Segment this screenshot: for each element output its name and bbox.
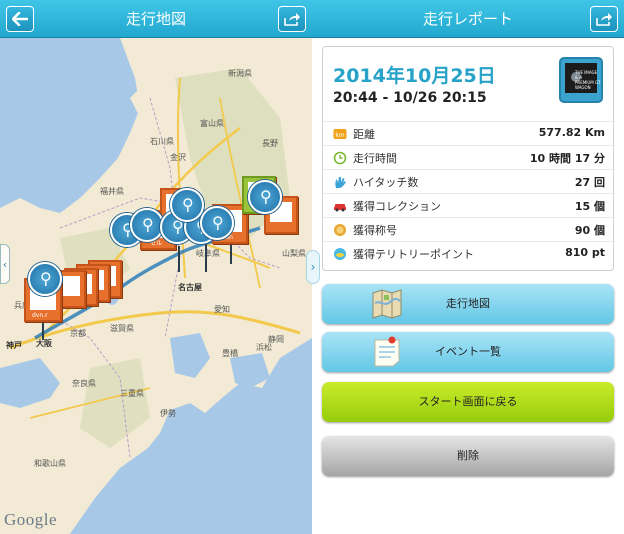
stat-row-high-touch: ハイタッチ数 27 回	[323, 169, 615, 193]
route-pin-marker[interactable]	[28, 262, 62, 296]
route-pin-marker[interactable]	[170, 188, 204, 222]
map-screen: 走行地図 新潟県 富山県 長野 石川県 岐阜県 福井県 山梨県 静岡 滋賀県 京…	[0, 0, 312, 534]
chevron-right-icon: ›	[310, 260, 316, 274]
map-label: 神戸	[6, 341, 22, 350]
map-label: 京都	[70, 329, 86, 338]
google-logo: Google	[4, 510, 58, 529]
car-thumbnail[interactable]: THE IMAGE & A PREMIUM GT WAGON	[559, 57, 603, 103]
chevron-left-icon: ‹	[2, 257, 8, 271]
map-label: 伊勢	[160, 409, 176, 418]
route-map[interactable]: 新潟県 富山県 長野 石川県 岐阜県 福井県 山梨県 静岡 滋賀県 京都 名古屋…	[0, 38, 312, 534]
report-stats-list: km 距離 577.82 Km 走行時間 10 時間 17 分 ハイタッチ数 2…	[323, 121, 615, 265]
event-list-button[interactable]: イベント一覧	[322, 332, 614, 372]
report-header: 走行レポート	[312, 0, 624, 38]
stat-value: 27 回	[574, 176, 605, 189]
stat-label: 走行時間	[353, 152, 397, 165]
map-title: 走行地図	[125, 10, 186, 28]
stat-label: 距離	[353, 128, 375, 141]
map-label: 新潟県	[228, 69, 252, 78]
stat-value: 577.82 Km	[538, 126, 605, 139]
stat-value: 90 個	[574, 224, 605, 237]
map-label: 浜松	[256, 343, 272, 352]
car-collection-icon	[333, 199, 347, 213]
medal-icon	[333, 223, 347, 237]
back-to-start-button-label: スタート画面に戻る	[418, 395, 518, 408]
route-pin-marker[interactable]	[130, 208, 164, 242]
back-button[interactable]	[6, 6, 34, 32]
km-icon: km	[333, 127, 347, 141]
map-label: 大阪	[36, 339, 52, 348]
marker-stalk	[178, 246, 180, 272]
report-time-range: 20:44 - 10/26 20:15	[333, 90, 487, 106]
stat-row-territory: 獲得テリトリーポイント 810 pt	[323, 241, 615, 265]
report-screen: 走行レポート 2014年10月25日 20:44 - 10/26 20:15 T…	[312, 0, 624, 534]
panel-toggle-handle[interactable]: ›	[306, 250, 320, 284]
map-label: 滋賀県	[110, 324, 134, 333]
stat-value: 15 個	[574, 200, 605, 213]
map-label: 愛知	[214, 305, 230, 314]
territory-icon	[333, 247, 347, 261]
route-map-button[interactable]: 走行地図	[322, 284, 614, 324]
car-thumbnail-text: THE IMAGE & A PREMIUM GT WAGON	[575, 70, 601, 90]
stat-value: 10 時間 17 分	[529, 152, 605, 165]
memo-pin-icon	[374, 336, 400, 367]
stat-label: 獲得テリトリーポイント	[353, 248, 474, 261]
map-header: 走行地図	[0, 0, 312, 38]
map-label: 金沢	[170, 153, 186, 162]
marker-caption: dvn.r	[32, 312, 48, 319]
clock-icon	[333, 151, 347, 165]
stat-label: 獲得コレクション	[353, 200, 441, 213]
marker-stalk	[42, 320, 44, 340]
stat-row-titles: 獲得称号 90 個	[323, 217, 615, 241]
map-label: 岐阜県	[196, 249, 220, 258]
stat-label: 獲得称号	[353, 224, 397, 237]
map-label: 長野	[262, 139, 278, 148]
report-date: 2014年10月25日	[333, 65, 496, 87]
share-icon	[596, 13, 612, 26]
report-title: 走行レポート	[422, 10, 513, 28]
stat-row-collection: 獲得コレクション 15 個	[323, 193, 615, 217]
stat-row-driving-time: 走行時間 10 時間 17 分	[323, 145, 615, 169]
event-list-button-label: イベント一覧	[435, 345, 501, 358]
map-label: 名古屋	[178, 283, 202, 292]
delete-button-label: 削除	[457, 449, 479, 462]
route-pin-marker[interactable]	[200, 206, 234, 240]
map-label: 福井県	[100, 187, 124, 196]
map-label: 富山県	[200, 119, 224, 128]
map-label: 三重県	[120, 389, 144, 398]
share-button[interactable]	[278, 6, 306, 32]
map-label: 豊橋	[222, 349, 238, 358]
high-touch-icon	[333, 175, 347, 189]
delete-button[interactable]: 削除	[322, 436, 614, 476]
map-label: 山梨県	[282, 249, 306, 258]
share-button[interactable]	[590, 6, 618, 32]
marker-stalk	[205, 244, 207, 272]
stat-row-distance: km 距離 577.82 Km	[323, 121, 615, 145]
stat-value: 810 pt	[565, 246, 605, 259]
folded-map-icon	[372, 289, 402, 319]
back-arrow-icon	[12, 12, 28, 26]
share-icon	[284, 13, 300, 26]
stat-label: ハイタッチ数	[353, 176, 419, 189]
report-summary-card: 2014年10月25日 20:44 - 10/26 20:15 THE IMAG…	[322, 46, 615, 271]
map-label: 石川県	[150, 137, 174, 146]
route-pin-marker[interactable]	[248, 180, 282, 214]
svg-text:km: km	[335, 132, 344, 139]
car-image: THE IMAGE & A PREMIUM GT WAGON	[565, 63, 600, 93]
map-label: 和歌山県	[34, 459, 66, 468]
back-to-start-button[interactable]: スタート画面に戻る	[322, 382, 614, 422]
map-side-handle[interactable]: ‹	[0, 244, 10, 284]
map-label: 奈良県	[72, 379, 96, 388]
route-map-button-label: 走行地図	[446, 297, 490, 310]
